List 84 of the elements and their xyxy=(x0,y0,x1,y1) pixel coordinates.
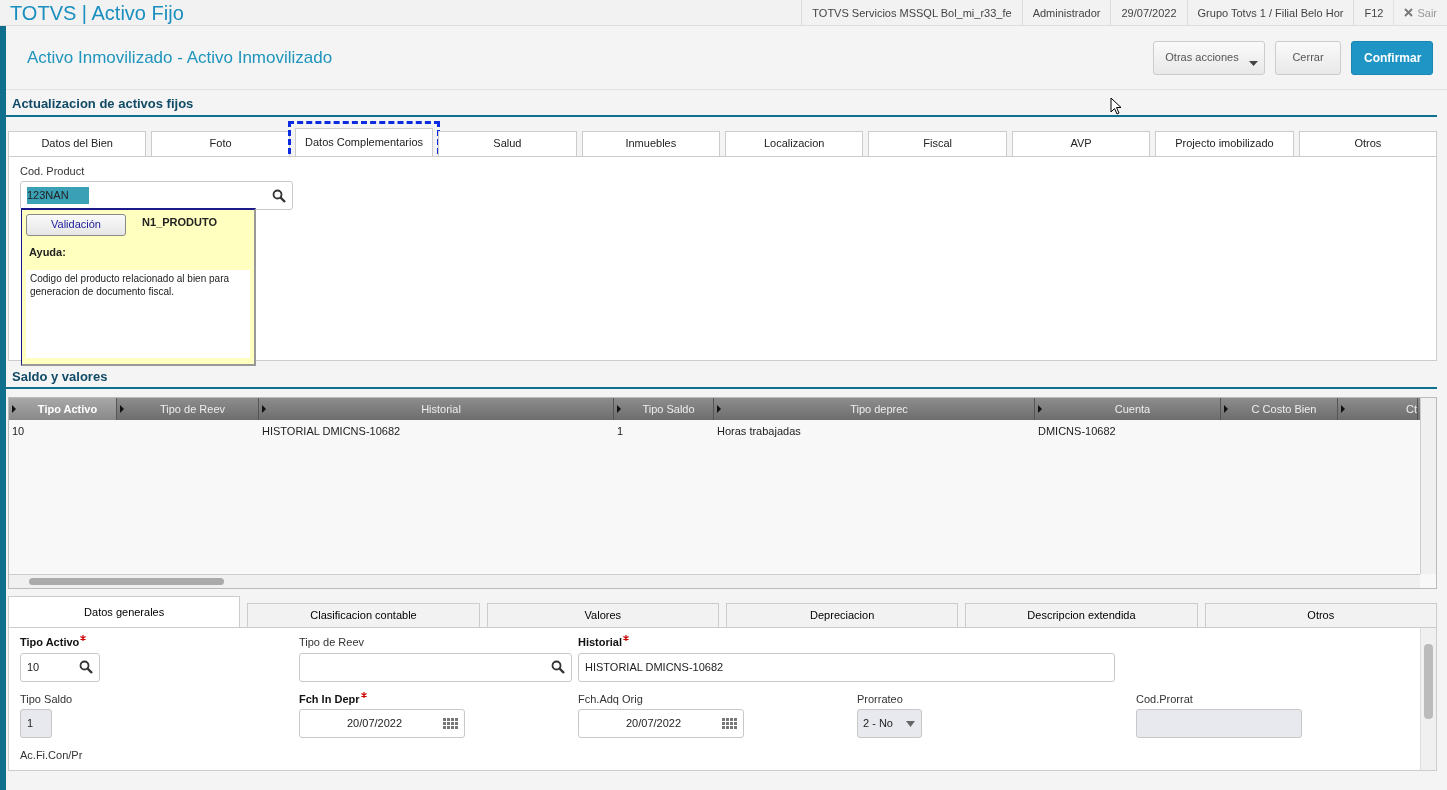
status-text: 29/07/2022 xyxy=(1110,0,1187,26)
lookup-field[interactable]: 10 xyxy=(20,652,100,682)
tab[interactable]: Foto xyxy=(151,130,290,156)
status-text: Administrador xyxy=(1021,0,1111,26)
triangle-icon xyxy=(1221,405,1231,413)
field-label: Tipo Activo xyxy=(20,635,80,650)
table-cell: 10 xyxy=(12,424,25,437)
triangle-icon xyxy=(614,405,624,413)
tab[interactable]: Inmuebles xyxy=(581,130,721,156)
field-label: Fch In Depr xyxy=(299,691,360,707)
caret-icon xyxy=(1249,60,1258,66)
horizontal-scrollbar[interactable] xyxy=(9,574,1420,588)
vertical-scrollbar[interactable] xyxy=(1420,398,1436,574)
tab[interactable]: Otros xyxy=(1204,603,1437,627)
search-icon[interactable] xyxy=(551,660,565,674)
calendar-icon[interactable] xyxy=(722,718,737,729)
required-icon xyxy=(623,635,629,641)
column-header[interactable]: Historial xyxy=(259,398,614,420)
help-heading: Ayuda: xyxy=(29,244,67,260)
vertical-scrollbar[interactable] xyxy=(1420,628,1436,770)
lookup-field[interactable] xyxy=(299,652,572,682)
tab[interactable]: Localizacion xyxy=(725,130,864,156)
triangle-icon xyxy=(117,405,127,413)
tab[interactable]: Fiscal xyxy=(868,130,1007,156)
search-icon[interactable] xyxy=(272,188,286,203)
readonly-field[interactable] xyxy=(1136,709,1302,738)
required-icon xyxy=(360,691,367,698)
field-label: Ac.Fi.Con/Pr xyxy=(20,748,83,763)
readonly-field[interactable]: 1 xyxy=(20,709,52,738)
app-title: TOTVS | Activo Fijo xyxy=(9,0,185,26)
required-icon xyxy=(80,635,87,641)
product-code-field[interactable]: 123NAN xyxy=(20,181,293,210)
table-cell: Horas trabajadas xyxy=(717,424,801,437)
field-label: Fch.Adq Orig xyxy=(578,691,643,707)
column-header[interactable]: Ct xyxy=(1338,398,1418,420)
status-text: TOTVS Servicios MSSQL Bol_mi_r33_fe xyxy=(801,0,1022,26)
page-title: Activo Inmovilizado - Activo Inmovilizado xyxy=(27,46,334,69)
select-field[interactable]: 2 - No xyxy=(857,709,922,738)
date-field[interactable]: 20/07/2022 xyxy=(299,709,465,738)
status-text: F12 xyxy=(1353,0,1394,26)
table-cell: 1 xyxy=(617,424,624,437)
caret-icon xyxy=(906,720,915,727)
text-field[interactable]: HISTORIAL DMICNS-10682 xyxy=(578,652,1115,682)
search-icon[interactable] xyxy=(79,660,93,674)
section-title: Saldo y valores xyxy=(6,362,1437,389)
tab[interactable]: Clasificacion contable xyxy=(247,603,480,627)
field-label: Cod. Product xyxy=(20,163,86,179)
tab[interactable]: Salud xyxy=(438,130,577,156)
field-label: Historial xyxy=(578,635,622,650)
status-text: Grupo Totvs 1 / Filial Belo Hor xyxy=(1186,0,1354,26)
field-label: Tipo de Reev xyxy=(299,635,365,650)
field-name: N1_PRODUTO xyxy=(142,215,217,231)
tab[interactable]: Projecto imobilizado xyxy=(1155,130,1294,156)
column-header[interactable]: Tipo de Reev xyxy=(117,398,259,420)
help-text: Codigo del producto relacionado al bien para generacion de documento fiscal. xyxy=(30,272,230,298)
close-button[interactable]: Cerrar xyxy=(1275,40,1341,75)
tab[interactable]: Datos del Bien xyxy=(8,130,147,156)
column-header[interactable]: Tipo deprec xyxy=(714,398,1035,420)
close-icon xyxy=(1404,8,1414,17)
cursor-icon xyxy=(1110,97,1122,115)
column-header[interactable]: Cuenta xyxy=(1035,398,1221,420)
triangle-icon xyxy=(259,405,269,413)
tab[interactable]: AVP xyxy=(1011,130,1151,156)
table-cell: HISTORIAL DMICNS-10682 xyxy=(262,424,401,437)
triangle-icon xyxy=(9,405,19,413)
field-label: Tipo Saldo xyxy=(20,691,73,707)
tab[interactable]: Datos generales xyxy=(8,596,241,627)
tab[interactable]: Depreciacion xyxy=(726,603,959,627)
date-field[interactable]: 20/07/2022 xyxy=(578,709,744,738)
triangle-icon xyxy=(1338,405,1348,413)
tab[interactable]: Valores xyxy=(486,603,719,627)
actions-menu-button[interactable]: Otras acciones xyxy=(1153,40,1265,75)
field-label: Prorrateo xyxy=(857,691,903,707)
validation-button[interactable]: Validación xyxy=(26,213,126,236)
section-title: Actualizacion de activos fijos xyxy=(6,90,1437,117)
table-cell: DMICNS-10682 xyxy=(1038,424,1116,437)
field-label: Cod.Prorrat xyxy=(1136,691,1193,707)
column-header[interactable]: Tipo Saldo xyxy=(614,398,714,420)
tab[interactable]: Descripcion extendida xyxy=(965,603,1198,627)
column-header[interactable]: C Costo Bien xyxy=(1221,398,1338,420)
tab[interactable]: Otros xyxy=(1298,130,1438,156)
calendar-icon[interactable] xyxy=(443,718,458,729)
triangle-icon xyxy=(714,405,724,413)
triangle-icon xyxy=(1035,405,1045,413)
